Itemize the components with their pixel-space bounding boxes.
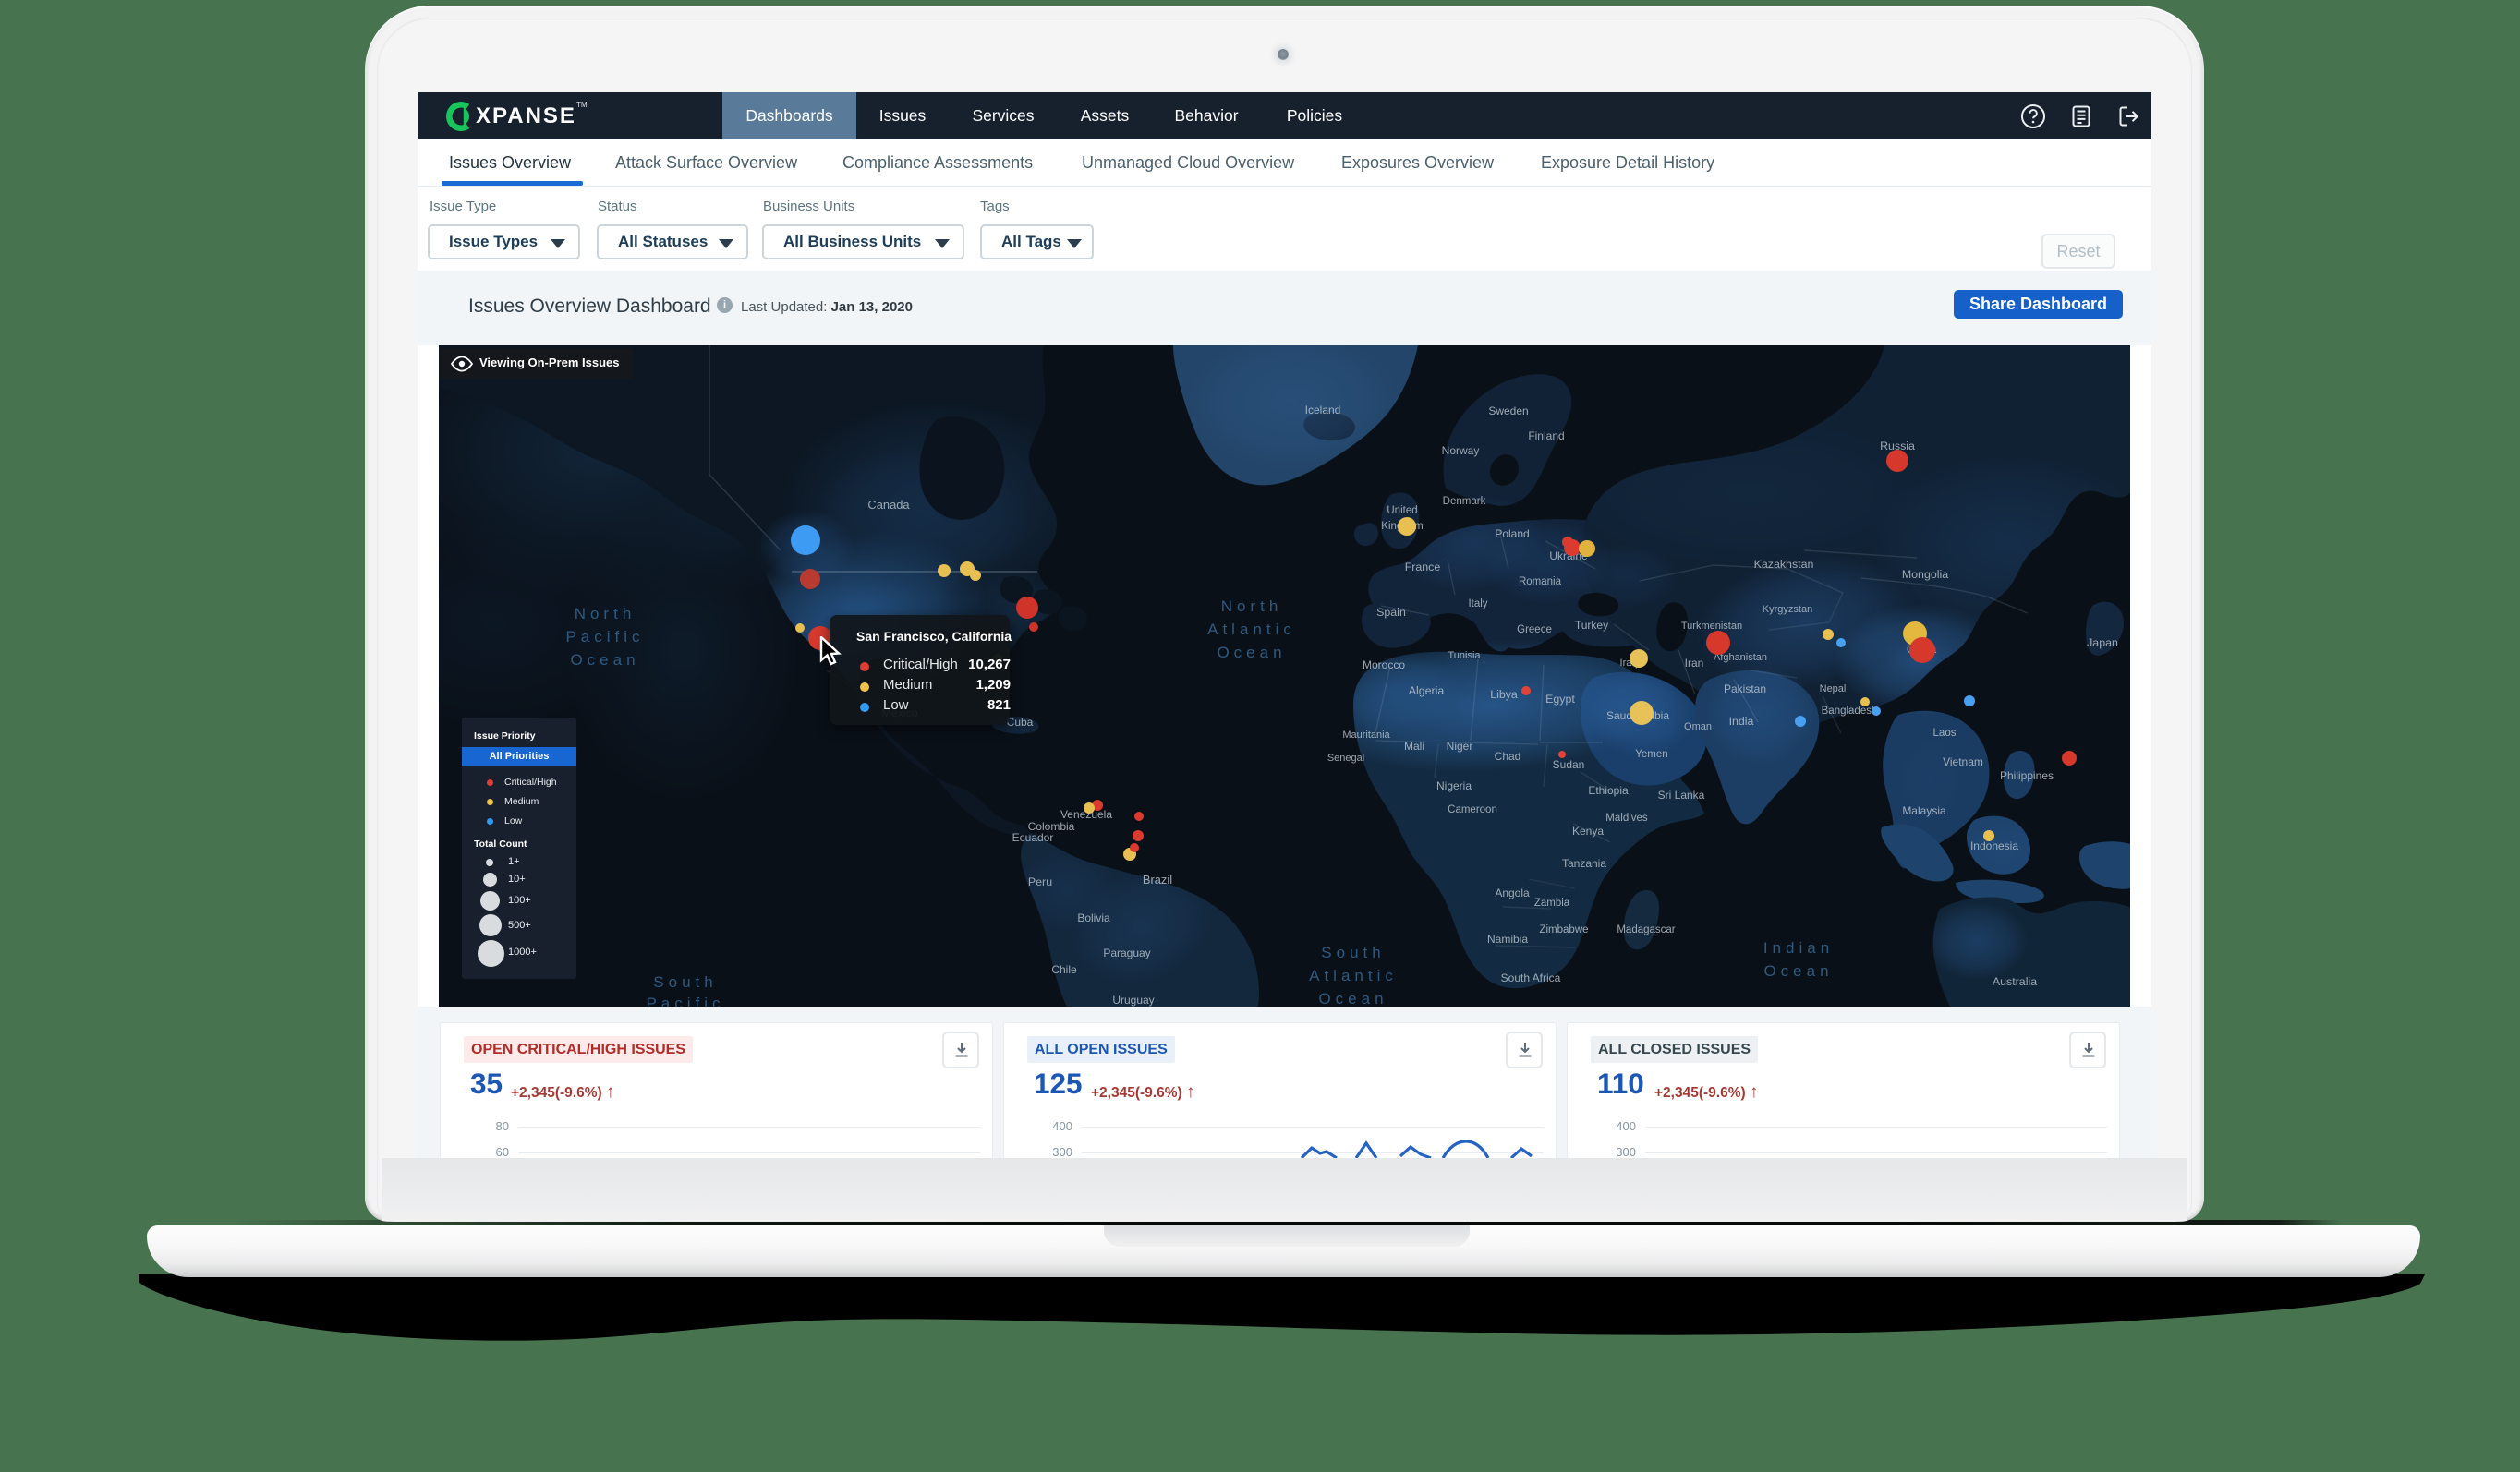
svg-text:Bangladesh: Bangladesh	[1822, 706, 1878, 717]
svg-text:Vietnam: Vietnam	[1943, 755, 1983, 768]
svg-text:Brazil: Brazil	[1143, 873, 1172, 887]
svg-text:Egypt: Egypt	[1545, 693, 1575, 706]
svg-text:Tunisia: Tunisia	[1448, 650, 1481, 661]
svg-text:Laos: Laos	[1933, 728, 1957, 739]
svg-text:Iran: Iran	[1685, 657, 1704, 670]
svg-text:North: North	[1221, 597, 1283, 615]
svg-text:Indonesia: Indonesia	[1970, 839, 2018, 852]
svg-text:Nepal: Nepal	[1820, 683, 1847, 694]
svg-text:Peru: Peru	[1028, 875, 1052, 888]
svg-text:Bolivia: Bolivia	[1077, 911, 1110, 924]
svg-text:Paraguay: Paraguay	[1103, 947, 1150, 959]
svg-text:Ocean: Ocean	[1318, 990, 1387, 1007]
svg-text:India: India	[1729, 715, 1754, 728]
svg-text:Mauritania: Mauritania	[1342, 730, 1390, 741]
svg-text:Mali: Mali	[1404, 740, 1424, 753]
svg-text:Canada: Canada	[867, 498, 910, 512]
svg-text:Yemen: Yemen	[1635, 749, 1667, 760]
svg-text:Cameroon: Cameroon	[1448, 804, 1497, 815]
svg-text:Kazakhstan: Kazakhstan	[1754, 558, 1814, 571]
svg-text:Romania: Romania	[1519, 576, 1562, 587]
svg-text:Madagascar: Madagascar	[1617, 924, 1675, 935]
svg-text:Philippines: Philippines	[2000, 769, 2054, 782]
svg-text:Malaysia: Malaysia	[1902, 804, 1946, 817]
svg-text:Spain: Spain	[1376, 606, 1406, 619]
svg-text:Norway: Norway	[1442, 444, 1480, 457]
svg-text:Zambia: Zambia	[1534, 898, 1570, 909]
svg-text:Uruguay: Uruguay	[1112, 994, 1154, 1007]
svg-text:Pakistan: Pakistan	[1724, 682, 1766, 695]
svg-text:Chad: Chad	[1495, 750, 1521, 763]
svg-text:Japan: Japan	[2087, 636, 2118, 649]
svg-text:Libya: Libya	[1490, 688, 1518, 701]
svg-text:South: South	[1321, 944, 1385, 961]
svg-text:North: North	[575, 605, 636, 622]
svg-text:Atlantic: Atlantic	[1309, 967, 1398, 984]
svg-text:South Africa: South Africa	[1501, 971, 1561, 984]
svg-text:Niger: Niger	[1447, 740, 1473, 753]
svg-text:Morocco: Morocco	[1363, 658, 1405, 671]
svg-text:Italy: Italy	[1468, 598, 1487, 609]
svg-text:Kenya: Kenya	[1572, 825, 1604, 838]
svg-text:Namibia: Namibia	[1487, 933, 1528, 946]
svg-text:Greece: Greece	[1517, 624, 1552, 635]
svg-text:Mongolia: Mongolia	[1902, 568, 1948, 581]
svg-text:Tanzania: Tanzania	[1562, 857, 1606, 870]
svg-text:Pacific: Pacific	[646, 995, 724, 1007]
svg-text:Australia: Australia	[1993, 975, 2037, 988]
svg-text:Ecuador: Ecuador	[1012, 831, 1054, 844]
svg-text:Poland: Poland	[1495, 527, 1529, 540]
svg-text:Turkey: Turkey	[1575, 619, 1608, 632]
svg-text:Finland: Finland	[1528, 429, 1564, 442]
svg-text:France: France	[1405, 561, 1441, 573]
svg-text:Sweden: Sweden	[1488, 404, 1528, 417]
svg-text:Cuba: Cuba	[1007, 716, 1034, 729]
svg-text:Ocean: Ocean	[1217, 644, 1286, 661]
svg-text:South: South	[653, 973, 717, 991]
svg-text:Atlantic: Atlantic	[1207, 621, 1296, 638]
svg-text:Denmark: Denmark	[1443, 496, 1486, 507]
svg-text:Zimbabwe: Zimbabwe	[1539, 924, 1588, 935]
svg-text:Pacific: Pacific	[565, 628, 644, 646]
svg-text:Sudan: Sudan	[1553, 758, 1585, 771]
svg-text:Sri Lanka: Sri Lanka	[1658, 789, 1705, 802]
svg-text:Indian: Indian	[1763, 939, 1834, 957]
svg-text:Turkmenistan: Turkmenistan	[1681, 621, 1742, 632]
svg-text:Maldives: Maldives	[1605, 813, 1648, 824]
svg-text:Ocean: Ocean	[570, 651, 639, 669]
svg-text:Ethiopia: Ethiopia	[1588, 784, 1629, 797]
svg-text:Iceland: Iceland	[1305, 404, 1341, 416]
svg-text:Senegal: Senegal	[1327, 753, 1364, 764]
svg-text:Nigeria: Nigeria	[1436, 779, 1472, 792]
svg-text:Ocean: Ocean	[1763, 962, 1833, 980]
svg-text:Algeria: Algeria	[1409, 684, 1445, 697]
svg-text:Kyrgyzstan: Kyrgyzstan	[1763, 604, 1812, 615]
svg-text:Oman: Oman	[1684, 721, 1712, 732]
svg-text:Chile: Chile	[1051, 963, 1077, 976]
svg-text:United: United	[1387, 505, 1417, 516]
svg-text:Angola: Angola	[1495, 887, 1530, 899]
